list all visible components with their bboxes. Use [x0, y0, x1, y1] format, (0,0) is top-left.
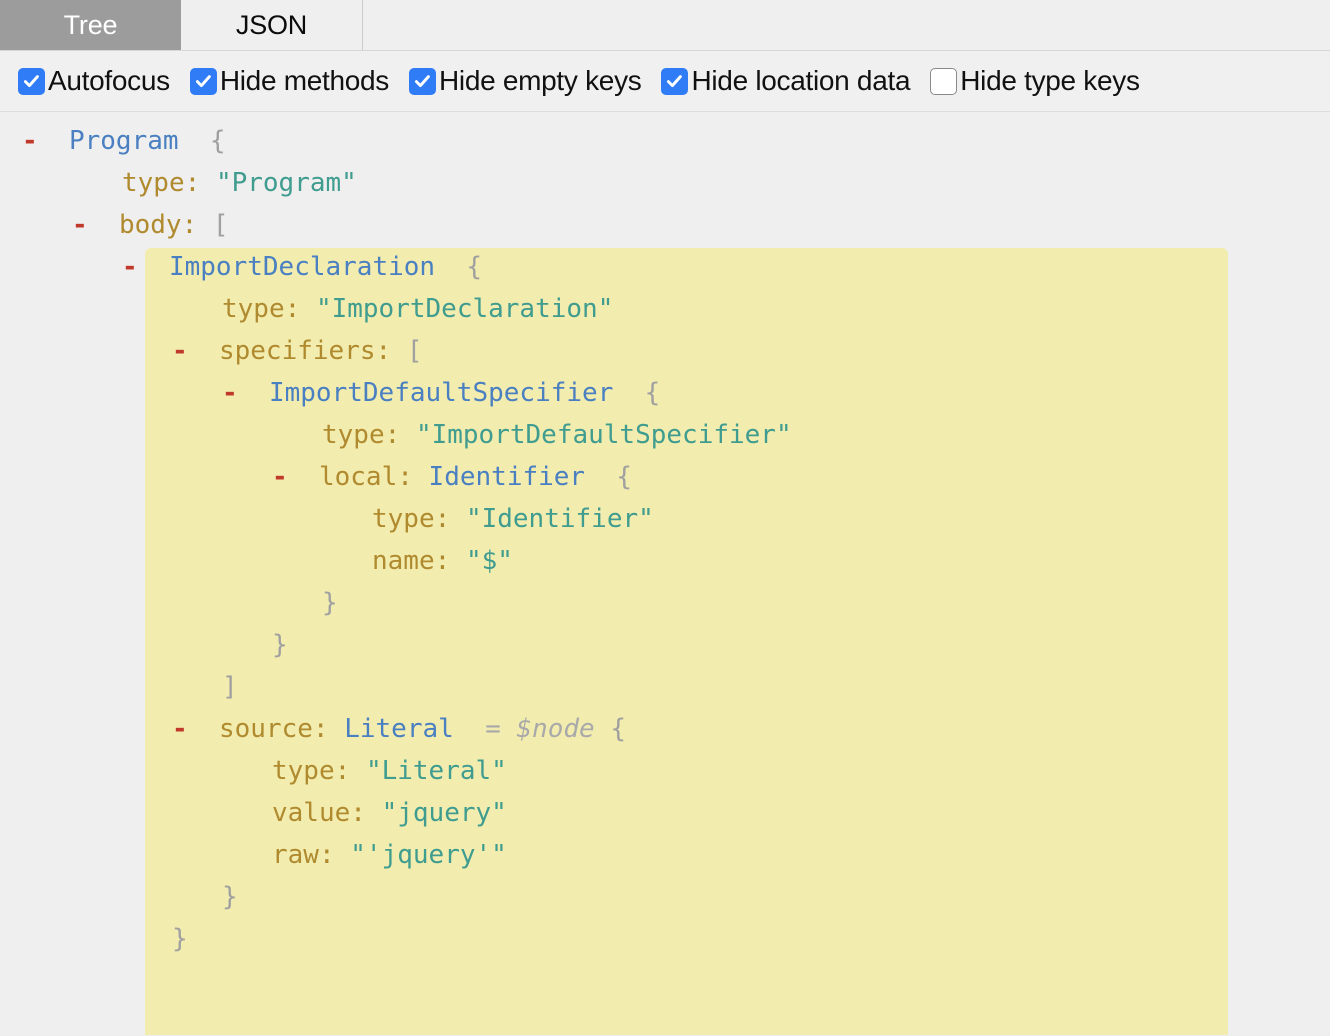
ast-string-value: "$"	[465, 546, 513, 576]
ast-node-type[interactable]: Program	[69, 126, 179, 156]
checkbox-autofocus-icon[interactable]	[18, 67, 45, 95]
ast-string-value: "jquery"	[381, 798, 507, 828]
ast-tree-line[interactable]: type: "ImportDefaultSpecifier"	[0, 414, 1330, 456]
option-hide-location-data-label: Hide location data	[691, 65, 911, 96]
ast-property-key: type:	[122, 168, 201, 198]
ast-tree-code: - Program {type: "Program" - body: [- Imp…	[0, 112, 1330, 960]
ast-punctuation: [	[406, 336, 423, 366]
ast-punctuation: }	[222, 882, 238, 912]
ast-tree-line[interactable]: type: "Program"	[0, 162, 1330, 204]
ast-tree-line[interactable]: - specifiers: [	[0, 330, 1330, 372]
collapse-toggle-icon[interactable]: -	[172, 714, 188, 744]
ast-string-value: "Identifier"	[465, 504, 654, 534]
option-hide-type-keys-label: Hide type keys	[960, 65, 1140, 96]
ast-punctuation: {	[644, 378, 661, 408]
option-hide-type-keys[interactable]: Hide type keys	[930, 65, 1140, 96]
checkbox-hide-location-data-icon[interactable]	[661, 67, 689, 95]
ast-punctuation: {	[209, 126, 226, 156]
checkbox-hide-empty-keys-icon[interactable]	[409, 67, 436, 95]
ast-node-type[interactable]: Literal	[344, 714, 454, 744]
ast-tree-line[interactable]: }	[0, 918, 1330, 960]
option-hide-empty-keys[interactable]: Hide empty keys	[409, 65, 642, 96]
ast-tree-line[interactable]: }	[0, 624, 1330, 666]
tab-json[interactable]: JSON	[181, 0, 362, 50]
collapse-toggle-icon[interactable]: -	[272, 462, 288, 492]
ast-tree-line[interactable]: type: "Identifier"	[0, 498, 1330, 540]
collapse-toggle-icon[interactable]: -	[22, 126, 38, 156]
option-autofocus-label: Autofocus	[48, 65, 170, 96]
ast-tree-panel[interactable]: - Program {type: "Program" - body: [- Imp…	[0, 112, 1330, 1035]
ast-property-key: type:	[272, 756, 351, 786]
ast-punctuation: {	[616, 462, 633, 492]
ast-tree-line[interactable]: }	[0, 876, 1330, 918]
ast-property-key: name:	[372, 546, 451, 576]
ast-punctuation: }	[322, 588, 338, 618]
ast-punctuation: }	[172, 924, 188, 954]
ast-property-key: body:	[118, 210, 198, 240]
ast-punctuation: {	[610, 714, 626, 744]
ast-tree-line[interactable]: name: "$"	[0, 540, 1330, 582]
ast-tree-line[interactable]: type: "ImportDeclaration"	[0, 288, 1330, 330]
tab-tree-label: Tree	[63, 9, 118, 40]
checkbox-hide-methods-icon[interactable]	[189, 67, 217, 95]
collapse-toggle-icon[interactable]: -	[72, 210, 88, 240]
ast-tree-line[interactable]: type: "Literal"	[0, 750, 1330, 792]
option-hide-methods-label: Hide methods	[219, 65, 389, 96]
ast-tree-line[interactable]: raw: "'jquery'"	[0, 834, 1330, 876]
collapse-toggle-icon[interactable]: -	[172, 336, 188, 366]
ast-property-key: local:	[318, 462, 413, 492]
ast-tree-line[interactable]: - Program {	[0, 120, 1330, 162]
ast-node-type[interactable]: ImportDeclaration	[169, 252, 435, 282]
collapse-toggle-icon[interactable]: -	[122, 252, 138, 282]
ast-string-value: "'jquery'"	[350, 840, 507, 870]
ast-node-type[interactable]: Identifier	[429, 462, 586, 492]
options-bar: Autofocus Hide methods Hide empty keys H…	[0, 51, 1330, 112]
ast-property-key: value:	[272, 798, 366, 828]
ast-tree-line[interactable]: }	[0, 582, 1330, 624]
ast-property-key: type:	[372, 504, 451, 534]
ast-punctuation: }	[272, 630, 288, 660]
ast-tree-line[interactable]: - source: Literal = $node {	[0, 708, 1330, 750]
ast-string-value: "ImportDeclaration"	[315, 294, 614, 324]
ast-punctuation: {	[466, 252, 483, 282]
ast-punctuation: ]	[222, 672, 238, 702]
option-hide-location-data[interactable]: Hide location data	[661, 65, 911, 96]
ast-punctuation: [	[212, 210, 229, 240]
ast-property-key: type:	[322, 420, 401, 450]
option-hide-methods[interactable]: Hide methods	[189, 65, 389, 96]
ast-string-value: "Program"	[215, 168, 357, 198]
ast-string-value: "Literal"	[365, 756, 507, 786]
ast-string-value: "ImportDefaultSpecifier"	[415, 420, 792, 450]
tab-tree[interactable]: Tree	[0, 0, 181, 50]
ast-property-key: source:	[218, 714, 329, 744]
ast-node-type[interactable]: ImportDefaultSpecifier	[269, 378, 613, 408]
tab-bar: Tree JSON	[0, 0, 1330, 51]
checkbox-hide-type-keys-icon[interactable]	[930, 67, 958, 95]
ast-property-key: raw:	[272, 840, 335, 870]
ast-tree-line[interactable]: - body: [	[0, 204, 1330, 246]
tab-json-label: JSON	[235, 9, 308, 40]
ast-tree-line[interactable]: - ImportDeclaration {	[0, 246, 1330, 288]
ast-tree-line[interactable]: ]	[0, 666, 1330, 708]
ast-property-key: specifiers:	[218, 336, 392, 366]
ast-tree-line[interactable]: - local: Identifier {	[0, 456, 1330, 498]
option-hide-empty-keys-label: Hide empty keys	[439, 65, 642, 96]
collapse-toggle-icon[interactable]: -	[222, 378, 238, 408]
tab-bar-empty-area	[363, 0, 1330, 50]
ast-node-alias: = $node	[485, 714, 595, 744]
ast-tree-line[interactable]: value: "jquery"	[0, 792, 1330, 834]
ast-tree-line[interactable]: - ImportDefaultSpecifier {	[0, 372, 1330, 414]
ast-property-key: type:	[222, 294, 301, 324]
option-autofocus[interactable]: Autofocus	[18, 67, 170, 95]
